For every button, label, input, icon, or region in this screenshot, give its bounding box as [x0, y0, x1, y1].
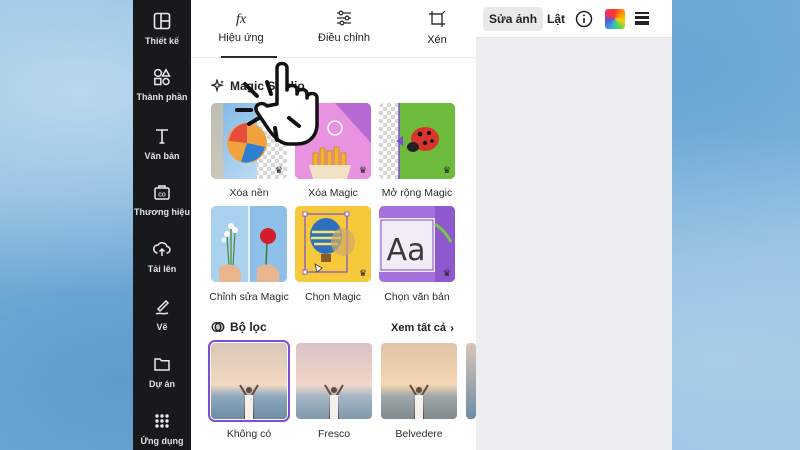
premium-crown-icon: ♛: [358, 268, 367, 278]
canvas-area: Sửa ảnh Lật: [476, 0, 672, 450]
sidebar-item-uploads[interactable]: Tải lên: [133, 240, 191, 274]
filter-thumb-fresco[interactable]: [296, 343, 372, 419]
filter-thumb-none[interactable]: [208, 340, 290, 422]
color-picker-icon[interactable]: [605, 9, 625, 29]
sliders-icon: [337, 10, 351, 26]
sidebar-item-label: Thành phần: [136, 92, 188, 102]
premium-crown-icon: ♛: [442, 268, 451, 278]
magic-tool-thumb-magic-edit[interactable]: [211, 206, 287, 282]
magic-tool-label: Chỉnh sửa Magic: [209, 291, 289, 303]
sidebar-item-elements[interactable]: Thành phần: [133, 68, 191, 102]
sidebar-item-apps[interactable]: Ứng dụng: [133, 412, 191, 446]
editor-toolbar: Sửa ảnh Lật: [476, 0, 672, 38]
person-silhouette: [324, 384, 344, 419]
sample-text: Aa: [387, 233, 426, 268]
sidebar-item-brand[interactable]: CO Thương hiệu: [133, 183, 191, 217]
info-icon[interactable]: [575, 10, 593, 28]
magic-tool-thumb-magic-expand[interactable]: ♛: [379, 103, 455, 179]
edit-photo-panel: fx Hiệu ứng Điều chỉnh Xén Magic Studio: [191, 0, 476, 450]
svg-text:CO: CO: [158, 193, 166, 199]
sidebar-item-label: Thiết kế: [144, 36, 179, 46]
fx-icon: fx: [236, 12, 247, 26]
brand-icon: CO: [154, 185, 170, 200]
filter-thumb-belvedere[interactable]: [381, 343, 457, 419]
sidebar-item-label: Ứng dụng: [140, 436, 184, 446]
filter-label: Không có: [226, 428, 272, 440]
sidebar-item-label: Tải lên: [147, 264, 177, 274]
filters-heading: Bộ lọc: [211, 320, 267, 334]
magic-tool-thumb-grab-text[interactable]: Aa ♛: [379, 206, 455, 282]
tab-crop[interactable]: Xén: [397, 10, 477, 46]
person-silhouette: [409, 384, 429, 419]
editor-window: Thiết kế Thành phần Văn bản CO Thương hi…: [133, 0, 672, 450]
see-all-label: Xem tất cả: [391, 322, 447, 334]
upload-icon: [153, 242, 171, 256]
line-weight-icon[interactable]: [634, 11, 650, 25]
premium-crown-icon: ♛: [274, 165, 283, 175]
magic-tool-label: Chọn văn bản: [384, 291, 450, 303]
magic-tool-label: Mở rộng Magic: [381, 187, 453, 199]
filter-label: Fresco: [317, 428, 351, 440]
magic-tool-label: Chọn Magic: [304, 291, 362, 303]
sidebar-item-text[interactable]: Văn bản: [133, 127, 191, 161]
chevron-right-icon: ›: [450, 321, 455, 335]
text-icon: [156, 129, 168, 144]
sidebar-item-label: Dự án: [148, 379, 176, 389]
sidebar-item-label: Vẽ: [156, 322, 168, 332]
filter-icon: [211, 321, 225, 333]
sidebar: Thiết kế Thành phần Văn bản CO Thương hi…: [133, 0, 191, 450]
draw-icon: [155, 299, 170, 315]
edit-photo-button[interactable]: Sửa ảnh: [483, 7, 544, 31]
shapes-icon: [153, 68, 171, 86]
magic-tool-label: Xóa Magic: [308, 187, 358, 199]
tap-gesture-hand-icon: [235, 61, 319, 146]
sidebar-item-label: Thương hiệu: [134, 207, 190, 217]
premium-crown-icon: ♛: [358, 165, 367, 175]
sidebar-item-label: Văn bản: [144, 151, 180, 161]
filter-label: Belvedere: [395, 428, 443, 440]
magic-tool-label: Xóa nền: [229, 187, 269, 199]
filter-thumb-partial[interactable]: [466, 343, 476, 419]
svg-text:fx: fx: [236, 12, 247, 26]
sidebar-item-draw[interactable]: Vẽ: [133, 298, 191, 332]
see-all-filters-link[interactable]: Xem tất cả ›: [391, 321, 454, 335]
sidebar-item-design[interactable]: Thiết kế: [133, 12, 191, 46]
tab-label: Xén: [427, 34, 447, 46]
flip-button[interactable]: Lật: [547, 7, 565, 31]
sidebar-item-projects[interactable]: Dự án: [133, 355, 191, 389]
magic-edit-image: [211, 206, 287, 282]
apps-grid-icon: [155, 414, 169, 428]
premium-crown-icon: ♛: [442, 165, 451, 175]
magic-tool-thumb-magic-grab[interactable]: ♛: [295, 206, 371, 282]
layout-icon: [153, 12, 171, 30]
section-title: Bộ lọc: [230, 320, 267, 334]
folder-icon: [154, 358, 170, 371]
crop-icon: [429, 10, 446, 27]
person-silhouette: [239, 384, 259, 419]
